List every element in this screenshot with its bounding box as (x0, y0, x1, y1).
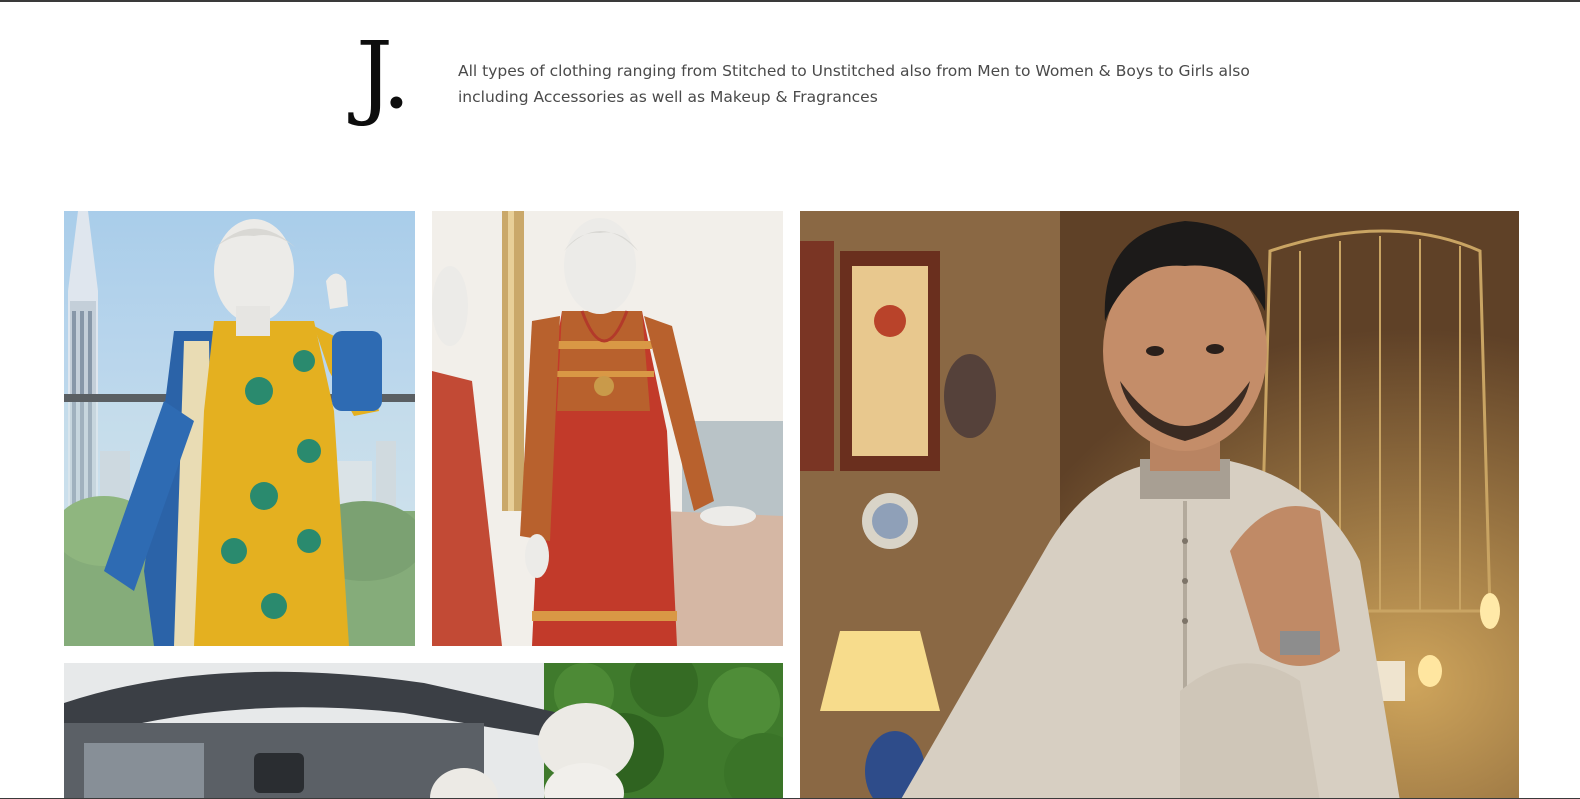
gallery-image-red-kurta[interactable] (432, 211, 783, 646)
gallery-image-car-mannequins[interactable] (64, 663, 783, 799)
gallery-image-yellow-suit[interactable] (64, 211, 415, 646)
page: J. All types of clothing ranging from St… (0, 0, 1580, 799)
brand-description: All types of clothing ranging from Stitc… (458, 62, 1250, 106)
brand-logo[interactable]: J. (356, 26, 416, 126)
gallery-image-man-kurta[interactable] (800, 211, 1519, 799)
